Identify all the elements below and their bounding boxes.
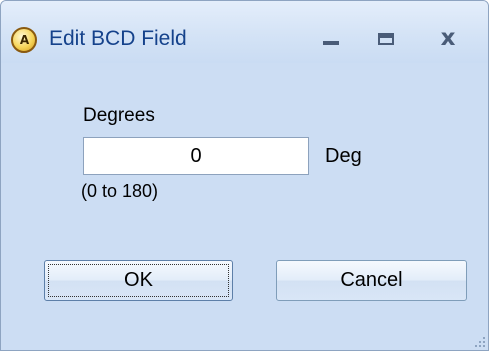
maximize-icon xyxy=(378,33,394,45)
resize-grip-icon[interactable] xyxy=(471,333,485,347)
ok-button[interactable]: OK xyxy=(44,260,233,301)
cancel-button[interactable]: Cancel xyxy=(276,260,467,301)
degrees-input[interactable] xyxy=(83,137,309,175)
minimize-icon xyxy=(323,41,339,45)
window-title: Edit BCD Field xyxy=(49,27,187,50)
unit-label: Deg xyxy=(325,145,362,167)
close-icon: x xyxy=(440,25,456,51)
app-icon: A xyxy=(11,27,37,53)
minimize-button[interactable] xyxy=(311,21,351,57)
degrees-label: Degrees xyxy=(83,105,155,126)
maximize-button[interactable] xyxy=(366,21,406,57)
dialog-window: A Edit BCD Field x Degrees Deg (0 to 180… xyxy=(0,0,489,351)
close-button[interactable]: x xyxy=(428,21,468,57)
range-hint: (0 to 180) xyxy=(81,181,159,201)
title-bar[interactable]: A Edit BCD Field x xyxy=(1,1,488,63)
